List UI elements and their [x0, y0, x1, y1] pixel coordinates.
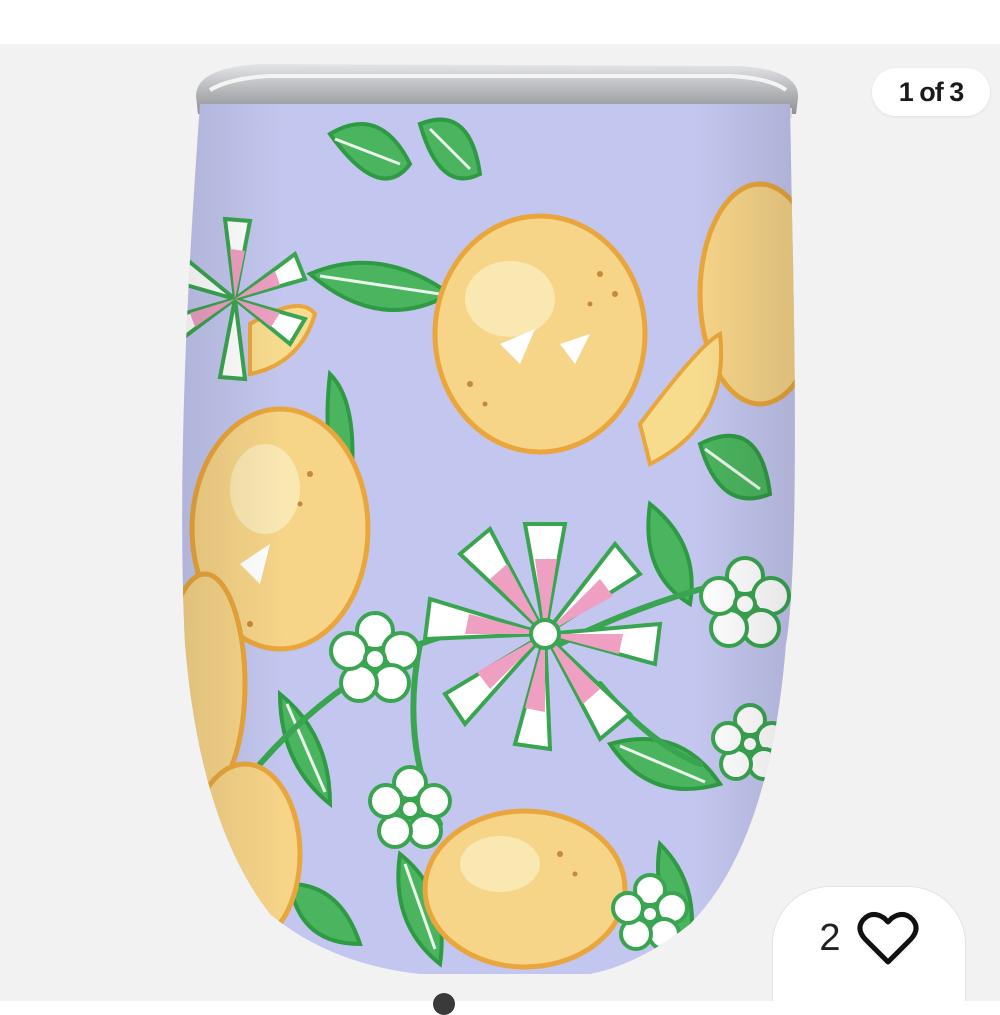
like-button[interactable]: 2 [772, 886, 966, 1001]
like-count: 2 [819, 916, 841, 959]
top-strip [0, 0, 1000, 44]
image-counter: 1 of 3 [872, 68, 990, 116]
product-image[interactable] [0, 44, 1000, 1001]
product-image-gallery[interactable]: 1 of 3 [0, 44, 1000, 1001]
heart-outline-icon [857, 912, 919, 965]
carousel-dot[interactable] [433, 993, 455, 1015]
